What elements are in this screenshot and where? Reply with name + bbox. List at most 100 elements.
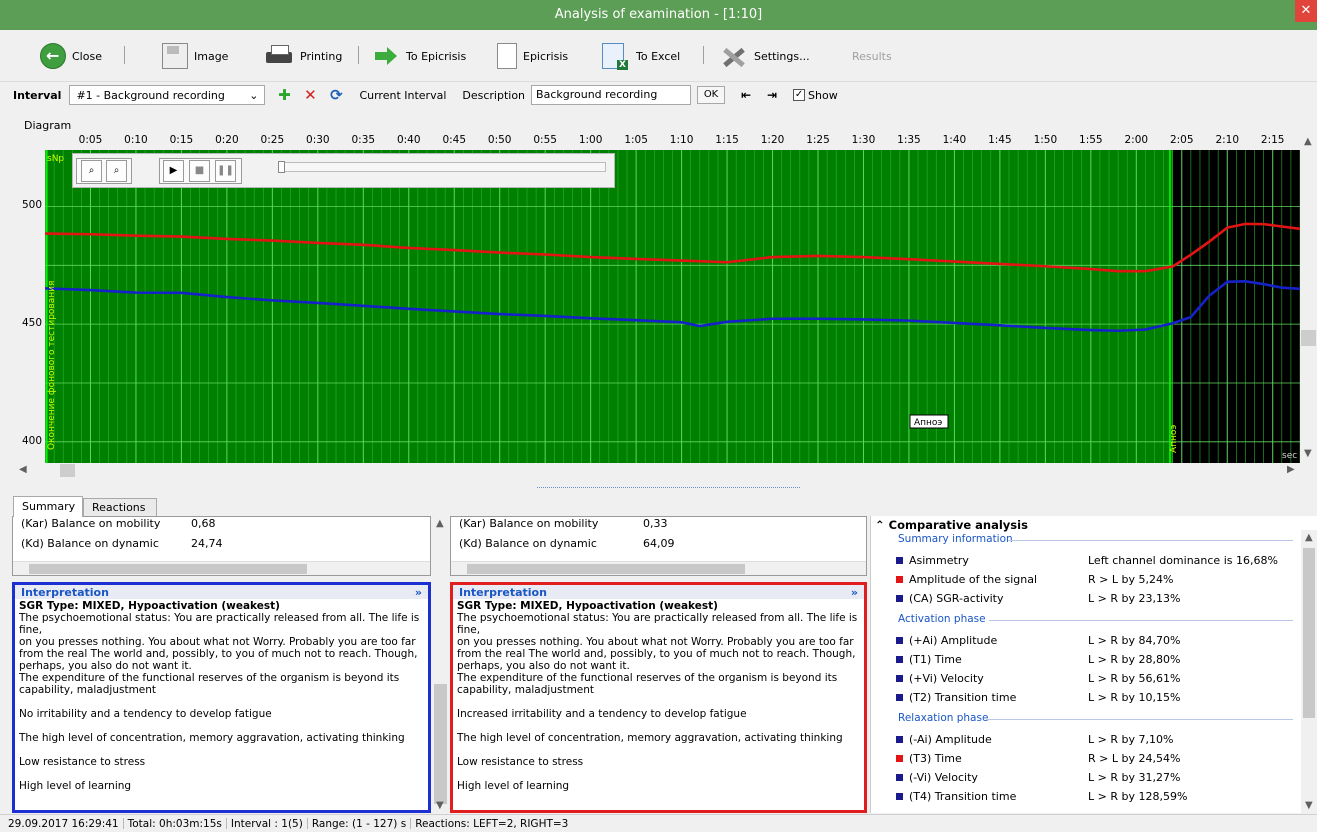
description-input[interactable]: Background recording — [531, 85, 692, 105]
comparative-value: L > R by 7,10% — [1088, 733, 1174, 746]
comparative-analysis-panel: ⌃ Comparative analysis Summary informati… — [870, 516, 1317, 813]
time-axis: 0:05 0:10 0:15 0:20 0:25 0:30 0:35 0:40 0:45 0:50… — [45, 134, 1317, 148]
interval-label: Interval — [13, 88, 62, 102]
scroll-down-icon[interactable]: ▼ — [1304, 448, 1312, 459]
title-bar: Analysis of examination - [1:10] ✕ — [0, 0, 1317, 30]
comparative-value: R > L by 5,24% — [1088, 573, 1174, 586]
scrollbar-thumb[interactable] — [60, 464, 75, 477]
comparative-row: (+Vi) Velocity — [896, 672, 984, 685]
comparative-label: (+Ai) Amplitude — [909, 634, 998, 647]
zoom-out-icon[interactable]: ⌕ — [81, 160, 102, 182]
playback-slider[interactable] — [278, 161, 606, 173]
pause-icon[interactable]: ❚❚ — [215, 160, 236, 182]
left-interpretation-title: Interpretation — [21, 585, 109, 599]
diagram-horizontal-scrollbar[interactable]: ◀ ▶ — [15, 463, 1300, 478]
diagram-plot[interactable]: sNp sec Окончение фонового тестирования … — [45, 150, 1300, 463]
y-tick-label: 500 — [22, 199, 43, 212]
toolbar-separator — [124, 46, 125, 64]
comparative-row: Asimmetry — [896, 554, 969, 567]
description-label: Description — [462, 88, 526, 102]
activation-phase-section: Activation phase — [898, 613, 986, 625]
comparative-label: (T1) Time — [909, 653, 962, 666]
comparative-value: L > R by 31,27% — [1088, 771, 1181, 784]
status-line: perhaps, you also do not want it. — [19, 660, 192, 672]
collapse-icon[interactable]: » — [415, 586, 422, 599]
window-close-button[interactable]: ✕ — [1295, 0, 1317, 22]
scroll-down-icon[interactable]: ▼ — [436, 800, 444, 811]
scrollbar-thumb[interactable] — [434, 684, 447, 804]
legend-square-icon — [896, 736, 903, 743]
epicrisis-button[interactable]: Epicrisis — [497, 42, 568, 70]
tab-summary[interactable]: Summary — [13, 496, 83, 517]
tab-reactions[interactable]: Reactions — [83, 498, 157, 516]
scrollbar-thumb[interactable] — [467, 564, 745, 574]
comparative-value: L > R by 56,61% — [1088, 672, 1181, 685]
status-line: from the real The world and, possibly, t… — [19, 648, 418, 660]
stop-icon[interactable]: ■ — [189, 160, 210, 182]
annotation-label: Апноэ — [914, 418, 942, 428]
zoom-in-icon[interactable]: ⌕ — [106, 160, 127, 182]
comparative-label: (+Vi) Velocity — [909, 672, 984, 685]
status-bar: 29.09.2017 16:29:41 Total: 0h:03m:15s In… — [0, 814, 1317, 832]
stress-line: Low resistance to stress — [19, 756, 146, 768]
go-start-icon[interactable]: ⇤ — [739, 88, 753, 102]
go-end-icon[interactable]: ⇥ — [765, 88, 779, 102]
toolbar-separator — [358, 46, 359, 64]
panel-splitter[interactable] — [537, 487, 800, 491]
collapse-icon[interactable]: » — [851, 586, 858, 599]
printing-label: Printing — [300, 49, 343, 63]
comparative-scrollbar[interactable]: ▲ ▼ — [1301, 530, 1317, 813]
status-line: perhaps, you also do not want it. — [457, 660, 630, 672]
left-interpretation-header[interactable]: Interpretation » — [15, 585, 428, 599]
scroll-up-icon[interactable]: ▲ — [1304, 136, 1312, 147]
toolbar-separator — [703, 46, 704, 64]
x-tick-label: 1:15 — [715, 134, 739, 146]
plus-icon[interactable]: ✚ — [277, 86, 291, 104]
collapse-icon[interactable]: ⌃ — [875, 518, 885, 532]
playback-panel: ⌕ ⌕ ▶ ■ ❚❚ — [72, 153, 615, 188]
settings-button[interactable]: Settings... — [718, 42, 810, 70]
current-interval-button[interactable]: Current Interval — [359, 89, 446, 102]
close-button[interactable]: Close — [40, 42, 102, 70]
results-button[interactable]: Results — [852, 42, 892, 70]
comparative-value: L > R by 23,13% — [1088, 592, 1181, 605]
refresh-icon[interactable]: ⟳ — [329, 86, 343, 104]
stress-line: Low resistance to stress — [457, 756, 584, 768]
comparative-row: Amplitude of the signal — [896, 573, 1037, 586]
to-excel-button[interactable]: To Excel — [602, 42, 680, 70]
to-epicrisis-button[interactable]: To Epicrisis — [374, 42, 466, 70]
play-icon[interactable]: ▶ — [163, 160, 184, 182]
comparative-analysis-title[interactable]: ⌃ Comparative analysis — [875, 518, 1028, 532]
back-arrow-icon — [40, 43, 66, 69]
printing-button[interactable]: Printing — [264, 42, 342, 70]
x-tick-label: 1:55 — [1079, 134, 1103, 146]
scroll-up-icon[interactable]: ▲ — [436, 518, 444, 529]
left-indices-scrollbar[interactable] — [13, 561, 430, 575]
scroll-left-icon[interactable]: ◀ — [19, 464, 27, 475]
scrollbar-thumb[interactable] — [1301, 330, 1316, 346]
diagram-vertical-scrollbar[interactable]: ▲ ▼ — [1300, 134, 1317, 463]
x-tick-label: 0:35 — [351, 134, 376, 146]
right-indices-scrollbar[interactable] — [451, 561, 866, 575]
comparative-label: Asimmetry — [909, 554, 969, 567]
middle-scrollbar[interactable]: ▲ ▼ — [433, 516, 448, 813]
irritability-line: No irritability and a tendency to develo… — [19, 708, 272, 720]
scrollbar-thumb[interactable] — [29, 564, 307, 574]
scrollbar-thumb[interactable] — [1303, 548, 1315, 718]
right-interpretation-header[interactable]: Interpretation » — [453, 585, 864, 599]
show-checkbox[interactable]: ✓ — [793, 89, 806, 101]
x-tick-label: 1:20 — [760, 134, 785, 146]
close-label: Close — [72, 49, 102, 63]
cross-icon[interactable]: ✕ — [303, 86, 317, 104]
tools-icon — [718, 43, 748, 69]
reserves-line: The expenditure of the functional reserv… — [457, 672, 838, 684]
legend-square-icon — [896, 595, 903, 602]
image-button[interactable]: Image — [162, 42, 228, 70]
ok-button[interactable]: OK — [697, 86, 726, 104]
x-tick-label: 1:45 — [988, 134, 1012, 146]
scroll-right-icon[interactable]: ▶ — [1287, 464, 1295, 475]
playback-slider-knob[interactable] — [278, 161, 285, 173]
scroll-down-icon[interactable]: ▼ — [1305, 800, 1313, 811]
interval-select[interactable]: #1 - Background recording ⌄ — [69, 85, 266, 105]
scroll-up-icon[interactable]: ▲ — [1305, 532, 1313, 543]
